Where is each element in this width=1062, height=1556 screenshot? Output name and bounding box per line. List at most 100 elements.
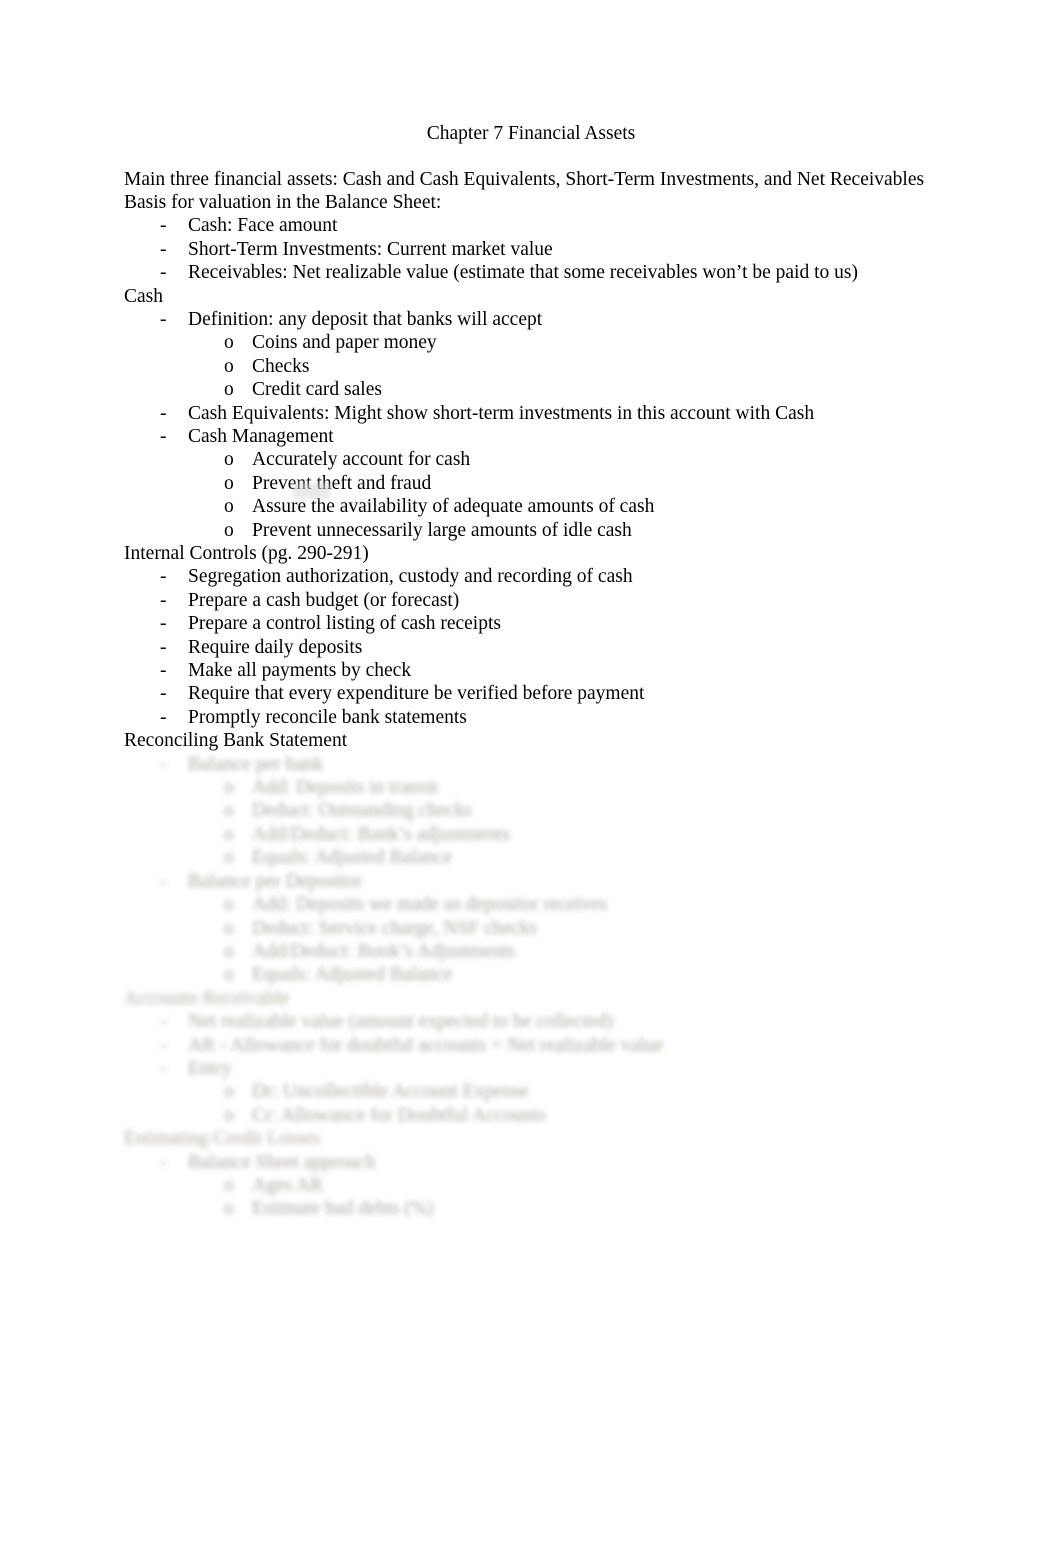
bullet-marker: o <box>224 777 234 799</box>
line-text: Make all payments by check <box>188 660 412 682</box>
line-text: Require daily deposits <box>188 636 363 658</box>
document-bullet-item: o Accurately account for cash <box>124 448 938 471</box>
line-text: Prevent unnecessarily large amounts of i… <box>252 519 632 541</box>
document-bullet-item: o Deduct: Outstanding checks <box>124 799 938 822</box>
bullet-marker: - <box>160 870 167 892</box>
bullet-marker: - <box>160 262 167 284</box>
bullet-marker: o <box>224 940 234 962</box>
line-text: Cr: Allowance for Doubtful Accounts <box>252 1104 546 1126</box>
document-bullet-item: - Require that every expenditure be verif… <box>124 682 938 705</box>
document-bullet-item: o Assure the availability of adequate amo… <box>124 495 938 518</box>
bullet-marker: o <box>224 847 234 869</box>
line-text: Add: Deposits we made so depositor recei… <box>252 894 608 916</box>
document-bullet-item: o Add: Deposits we made so depositor rece… <box>124 893 938 916</box>
line-text: Short-Term Investments: Current market v… <box>188 238 553 260</box>
bullet-marker: o <box>224 379 234 401</box>
document-bullet-item: o Equals: Adjusted Balance <box>124 846 938 869</box>
document-bullet-item: - Require daily deposits <box>124 636 938 659</box>
document-bullet-item: o Add: Deposits in transit <box>124 776 938 799</box>
line-text: AR - Allowance for doubtful accounts = N… <box>188 1034 664 1056</box>
bullet-marker: o <box>224 472 234 494</box>
document-bullet-item: o Add/Deduct: Book’s Adjustments <box>124 940 938 963</box>
bullet-marker: - <box>160 308 167 330</box>
document-heading-line: Cash <box>124 285 938 308</box>
bullet-marker: o <box>224 1174 234 1196</box>
line-text: Internal Controls (pg. 290-291) <box>124 543 369 564</box>
bullet-marker: - <box>160 1011 167 1033</box>
bullet-marker: - <box>160 402 167 424</box>
line-text: Prepare a cash budget (or forecast) <box>188 589 460 611</box>
line-text: Balance per bank <box>188 753 324 775</box>
document-bullet-item: - Balance per bank <box>124 753 938 776</box>
line-text: Estimating Credit Losses <box>124 1128 321 1150</box>
document-bullet-item: - Net realizable value (amount expected t… <box>124 1010 938 1033</box>
document-bullet-item: o Coins and paper money <box>124 331 938 354</box>
document-bullet-item: - AR - Allowance for doubtful accounts = … <box>124 1034 938 1057</box>
line-text: Ages AR <box>252 1174 323 1196</box>
line-text: Receivables: Net realizable value (estim… <box>188 262 858 284</box>
bullet-marker: o <box>224 800 234 822</box>
bullet-marker: - <box>160 1057 167 1079</box>
document-heading-line: Main three financial assets: Cash and Ca… <box>124 168 938 191</box>
line-text: Cash: Face amount <box>188 215 338 237</box>
bullet-marker: - <box>160 706 167 728</box>
line-text: Reconciling Bank Statement <box>124 730 348 752</box>
line-text: Basis for valuation in the Balance Sheet… <box>124 191 442 213</box>
line-text: Equals: Adjusted Balance <box>252 847 453 869</box>
document-bullet-item: o Ages AR <box>124 1174 938 1197</box>
document-bullet-item: o Credit card sales <box>124 378 938 401</box>
line-text: Net realizable value (amount expected to… <box>188 1011 613 1033</box>
document-bullet-item: - Promptly reconcile bank statements <box>124 706 938 729</box>
line-text: Credit card sales <box>252 379 382 401</box>
bullet-marker: - <box>160 238 167 260</box>
document-bullet-item: - Short-Term Investments: Current market … <box>124 238 938 261</box>
line-text: Checks <box>252 355 310 377</box>
document-bullet-item: o Prevent unnecessarily large amounts of … <box>124 519 938 542</box>
document-bullet-item: - Definition: any deposit that banks will… <box>124 308 938 331</box>
document-bullet-item: - Entry <box>124 1057 938 1080</box>
bullet-marker: o <box>224 823 234 845</box>
line-text: Definition: any deposit that banks will … <box>188 308 543 330</box>
bullet-marker: o <box>224 355 234 377</box>
line-text: Deduct: Service charge, NSF checks <box>252 917 538 939</box>
document-bullet-item: - Cash Management <box>124 425 938 448</box>
document-bullet-item: - Cash: Face amount <box>124 214 938 237</box>
document-bullet-item: o Dr: Uncollectible Account Expense <box>124 1080 938 1103</box>
line-text: Cash <box>124 285 163 307</box>
document-bullet-item: o Add/Deduct: Bank’s adjustments <box>124 823 938 846</box>
document-bullet-item: - Segregation authorization, custody and … <box>124 565 938 588</box>
line-text: Entry <box>188 1057 232 1079</box>
line-text: Accurately account for cash <box>252 449 471 471</box>
bullet-marker: - <box>160 1034 167 1056</box>
line-text: Prepare a control listing of cash receip… <box>188 613 501 635</box>
bullet-marker: - <box>160 613 167 635</box>
line-text: Cash Management <box>188 425 334 447</box>
document-bullet-item: o Checks <box>124 355 938 378</box>
line-text: Add/Deduct: Bank’s adjustments <box>252 823 510 845</box>
bullet-marker: - <box>160 683 167 705</box>
line-text: Add/Deduct: Book’s Adjustments <box>252 940 516 962</box>
document-bullet-item: - Prepare a control listing of cash recei… <box>124 612 938 635</box>
line-text: Assure the availability of adequate amou… <box>252 496 655 518</box>
line-text: Dr: Uncollectible Account Expense <box>252 1081 529 1103</box>
bullet-marker: o <box>224 1198 234 1220</box>
bullet-marker: o <box>224 449 234 471</box>
bullet-marker: - <box>160 1151 167 1173</box>
line-text: Balance Sheet approach <box>188 1151 376 1173</box>
document-bullet-item: - Receivables: Net realizable value (esti… <box>124 261 938 284</box>
bullet-marker: - <box>160 589 167 611</box>
line-text: Equals: Adjusted Balance <box>252 964 453 986</box>
document-heading-line: Accounts Receivable <box>124 987 938 1010</box>
line-text: Main three financial assets: Cash and Ca… <box>124 168 925 190</box>
bullet-marker: - <box>160 425 167 447</box>
page-smudge <box>293 482 331 499</box>
document-bullet-item: o Estimate bad debts (%) <box>124 1197 938 1220</box>
document-bullet-item: o Equals: Adjusted Balance <box>124 963 938 986</box>
bullet-marker: o <box>224 964 234 986</box>
bullet-marker: o <box>224 1104 234 1126</box>
bullet-marker: - <box>160 636 167 658</box>
bullet-marker: o <box>224 894 234 916</box>
line-text: Prevent theft and fraud <box>252 472 432 494</box>
line-text: Deduct: Outstanding checks <box>252 800 472 822</box>
document-heading-line: Internal Controls (pg. 290-291) <box>124 542 938 565</box>
